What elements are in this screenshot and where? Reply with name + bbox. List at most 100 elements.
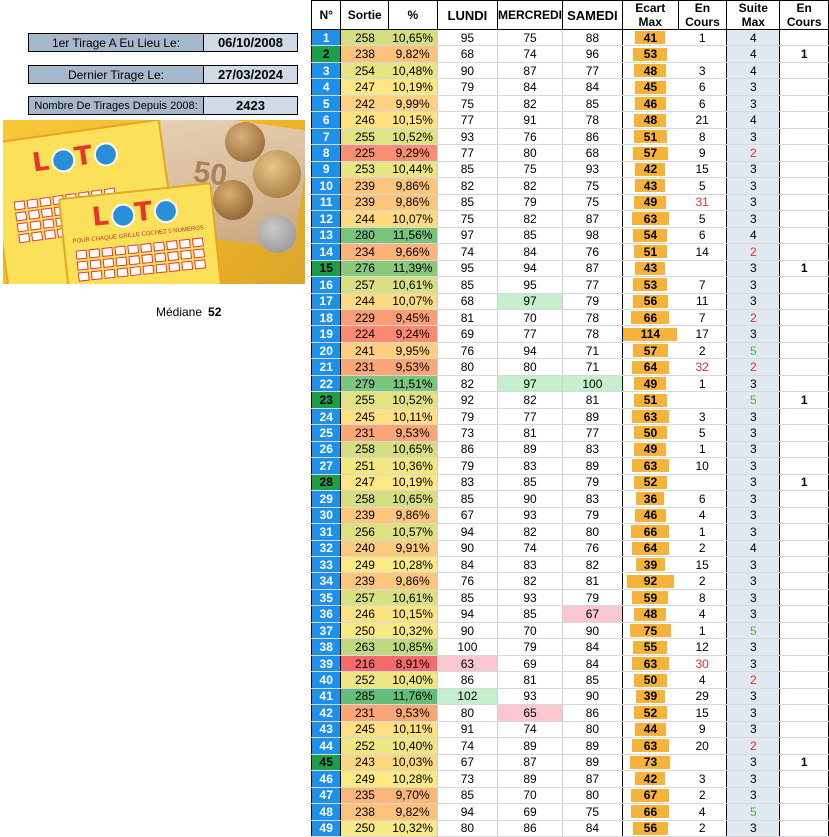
samedi-cell: 79 bbox=[562, 293, 623, 310]
lundi-cell: 79 bbox=[436, 408, 498, 426]
lundi-cell: 69 bbox=[436, 325, 498, 343]
suite-max-cell: 2 bbox=[726, 737, 781, 755]
number-cell: 24 bbox=[310, 408, 341, 426]
last-draw-value: 27/03/2024 bbox=[204, 66, 297, 83]
en-cours-suite-cell bbox=[779, 721, 829, 739]
ecart-max-cell: 53 bbox=[621, 276, 679, 294]
suite-max-cell: 3 bbox=[726, 704, 781, 722]
lundi-cell: 73 bbox=[436, 424, 498, 442]
ecart-max-bar: 56 bbox=[632, 294, 668, 308]
percent-cell: 9,95% bbox=[388, 342, 438, 360]
ecart-max-bar: 50 bbox=[633, 673, 667, 687]
suite-max-cell: 5 bbox=[726, 803, 781, 821]
en-cours-cell: 2 bbox=[678, 540, 727, 558]
number-cell: 47 bbox=[310, 787, 341, 805]
number-cell: 21 bbox=[310, 358, 341, 376]
lundi-cell: 67 bbox=[436, 507, 498, 525]
en-cours-cell: 3 bbox=[678, 770, 727, 788]
table-row: 34 239 9,86% 76 82 81 92 2 3 bbox=[310, 572, 829, 590]
table-row: 26 258 10,65% 86 89 83 49 1 3 bbox=[310, 441, 829, 459]
ecart-max-bar: 73 bbox=[630, 755, 671, 769]
suite-max-value: 3 bbox=[749, 755, 757, 770]
en-cours-cell: 14 bbox=[678, 243, 727, 261]
draw-count-box: Nombre De Tirages Depuis 2008: 2423 bbox=[28, 96, 298, 115]
ecart-max-cell: 114 bbox=[621, 325, 679, 343]
suite-max-cell: 3 bbox=[726, 276, 781, 294]
number-cell: 46 bbox=[310, 770, 341, 788]
table-row: 47 235 9,70% 85 70 80 67 2 3 bbox=[310, 787, 829, 805]
sortie-cell: 263 bbox=[340, 638, 389, 656]
lundi-cell: 80 bbox=[436, 704, 498, 722]
percent-cell: 11,76% bbox=[388, 688, 438, 706]
loto-logo: LT bbox=[30, 137, 120, 179]
ecart-max-cell: 43 bbox=[621, 177, 679, 195]
suite-max-value: 5 bbox=[749, 343, 757, 358]
lundi-cell: 68 bbox=[436, 293, 498, 310]
number-cell: 30 bbox=[310, 507, 341, 525]
median-value: 52 bbox=[208, 305, 222, 319]
en-cours-cell bbox=[678, 754, 727, 772]
number-cell: 18 bbox=[310, 309, 341, 327]
mercredi-cell: 77 bbox=[497, 408, 563, 426]
en-cours-suite-cell bbox=[779, 556, 829, 574]
percent-cell: 9,82% bbox=[388, 45, 438, 63]
suite-max-cell: 3 bbox=[726, 210, 781, 228]
percent-cell: 10,07% bbox=[388, 293, 438, 310]
sortie-cell: 254 bbox=[340, 62, 389, 80]
mercredi-cell: 97 bbox=[497, 293, 563, 310]
table-row: 40 252 10,40% 86 81 85 50 4 2 bbox=[310, 671, 829, 689]
suite-max-value: 3 bbox=[749, 689, 757, 704]
samedi-cell: 90 bbox=[562, 622, 623, 640]
suite-max-cell: 3 bbox=[726, 161, 781, 179]
mercredi-cell: 65 bbox=[497, 704, 563, 722]
ecart-max-bar: 57 bbox=[632, 146, 668, 160]
table-row: 32 240 9,91% 90 74 76 64 2 4 bbox=[310, 540, 829, 558]
first-draw-box: 1er Tirage A Eu Lieu Le: 06/10/2008 bbox=[28, 33, 298, 52]
samedi-cell: 79 bbox=[562, 507, 623, 525]
percent-cell: 11,39% bbox=[388, 260, 438, 278]
coin-icon bbox=[258, 215, 296, 253]
mercredi-cell: 87 bbox=[497, 754, 563, 772]
en-cours-suite-cell bbox=[779, 671, 829, 689]
ecart-max-cell: 57 bbox=[621, 144, 679, 162]
percent-cell: 9,53% bbox=[388, 424, 438, 442]
suite-max-cell: 3 bbox=[726, 177, 781, 195]
en-cours-cell: 10 bbox=[678, 457, 727, 475]
coin-icon bbox=[213, 180, 253, 220]
suite-max-cell: 3 bbox=[726, 721, 781, 739]
ecart-max-cell: 50 bbox=[621, 424, 679, 442]
sortie-cell: 239 bbox=[340, 194, 389, 212]
sortie-cell: 276 bbox=[340, 260, 389, 278]
last-draw-label: Dernier Tirage Le: bbox=[29, 66, 204, 83]
lundi-cell: 90 bbox=[436, 622, 498, 640]
suite-max-cell: 5 bbox=[726, 391, 781, 409]
lundi-cell: 85 bbox=[436, 787, 498, 805]
col-header-percent: % bbox=[388, 0, 438, 30]
number-cell: 23 bbox=[310, 391, 341, 409]
table-row: 38 263 10,85% 100 79 84 55 12 3 bbox=[310, 638, 829, 656]
lundi-cell: 95 bbox=[436, 29, 498, 47]
lundi-cell: 68 bbox=[436, 45, 498, 63]
suite-max-cell: 3 bbox=[726, 260, 781, 278]
lundi-cell: 82 bbox=[436, 177, 498, 195]
en-cours-suite-cell bbox=[779, 111, 829, 129]
samedi-cell: 93 bbox=[562, 161, 623, 179]
ecart-max-bar: 56 bbox=[632, 821, 668, 835]
sortie-cell: 246 bbox=[340, 605, 389, 623]
en-cours-cell: 8 bbox=[678, 589, 727, 607]
suite-max-value: 3 bbox=[749, 261, 757, 276]
en-cours-suite-cell bbox=[779, 737, 829, 755]
percent-cell: 10,61% bbox=[388, 589, 438, 607]
lundi-cell: 77 bbox=[436, 111, 498, 129]
percent-cell: 9,66% bbox=[388, 243, 438, 261]
number-cell: 14 bbox=[310, 243, 341, 261]
suite-max-value: 3 bbox=[749, 574, 757, 589]
mercredi-cell: 80 bbox=[497, 358, 563, 376]
percent-cell: 10,65% bbox=[388, 29, 438, 47]
mercredi-cell: 81 bbox=[497, 671, 563, 689]
mercredi-cell: 84 bbox=[497, 243, 563, 261]
percent-cell: 10,19% bbox=[388, 474, 438, 492]
suite-max-cell: 4 bbox=[726, 29, 781, 47]
suite-max-cell: 3 bbox=[726, 638, 781, 656]
mercredi-cell: 77 bbox=[497, 325, 563, 343]
